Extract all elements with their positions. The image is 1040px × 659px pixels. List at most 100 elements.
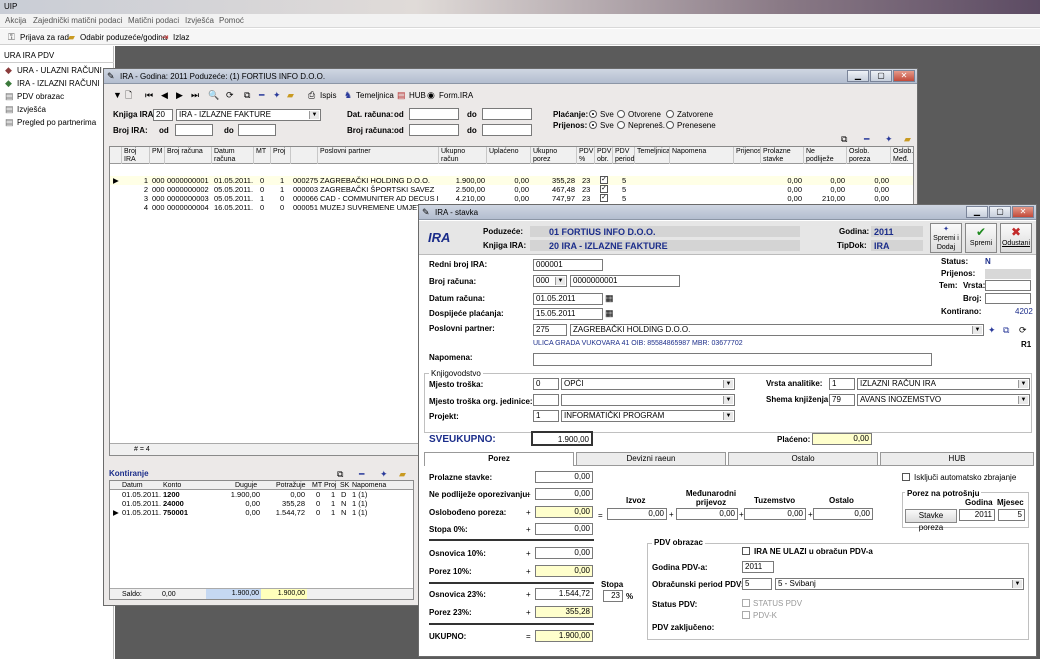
table-row[interactable]: 2 000 0000000002 05.05.2011. 0 1 000003 …	[110, 185, 913, 194]
col-oslob-medj[interactable]: Oslob. Međ.	[891, 147, 913, 164]
mtoj-select[interactable]: ▼	[561, 394, 735, 406]
sidebar-item-ira[interactable]: IRA - IZLAZNI RAČUNI	[17, 79, 100, 89]
iskljuci-checkbox[interactable]	[902, 473, 910, 481]
hub-button[interactable]: HUB	[409, 91, 426, 101]
partner-refresh-icon[interactable]: ⟳	[1019, 325, 1027, 335]
pdv-obr-checkbox[interactable]: ✓	[600, 176, 608, 184]
k-copy-icon[interactable]: ⧉	[337, 469, 343, 479]
table-row[interactable]: ▶ 1 000 0000000001 01.05.2011. 0 1 00027…	[110, 176, 913, 185]
last-icon[interactable]: ⏭	[191, 90, 199, 100]
stavke-poreza-button[interactable]: Stavke poreza	[905, 509, 957, 532]
menu-akcija[interactable]: Akcija	[5, 16, 26, 26]
add-icon[interactable]: ✦	[273, 90, 281, 100]
tab-devizni[interactable]: Devizni raeun	[576, 452, 726, 465]
medjunarodni-field[interactable]: 0,00	[676, 508, 738, 520]
search-icon[interactable]: 🔍	[208, 90, 219, 100]
k-folder-icon[interactable]: ▰	[399, 469, 406, 479]
col-pdv-pct[interactable]: PDV %	[577, 147, 595, 164]
mtoj-num-field[interactable]	[533, 394, 559, 406]
menu-izvjesca[interactable]: Izvješća	[185, 16, 214, 26]
menu-pomoc[interactable]: Pomoć	[219, 16, 244, 26]
grid-folder-icon[interactable]: ▰	[904, 134, 911, 144]
dospijece-field[interactable]: 15.05.2011	[533, 308, 603, 320]
odustani-button[interactable]: ✖ Odustani	[1000, 223, 1032, 253]
col-broj-ira[interactable]: Broj IRA	[122, 147, 150, 164]
stopa0-field[interactable]: 0,00	[535, 523, 593, 535]
sidebar-item-ura[interactable]: URA - ULAZNI RAČUNI	[17, 66, 102, 76]
prolazne-field[interactable]: 0,00	[535, 471, 593, 483]
calendar-icon[interactable]: ▦	[605, 308, 614, 318]
minimize-button[interactable]: ▁	[847, 70, 869, 82]
osnovica23-field[interactable]: 1.544,72	[535, 588, 593, 600]
ira-window-titlebar[interactable]: ✎ IRA - Godina: 2011 Poduzeće: (1) FORTI…	[104, 69, 917, 84]
k-add-icon[interactable]: ✦	[380, 469, 388, 479]
sveukupno-field[interactable]: 1.900,00	[531, 431, 593, 446]
stavka-titlebar[interactable]: ✎ IRA - stavka ▁ ▢ ✕	[419, 205, 1036, 220]
napomena-field[interactable]	[533, 353, 932, 366]
col-pdv-obr[interactable]: PDV obr.	[595, 147, 613, 164]
col-prijenos[interactable]: Prijenos	[734, 147, 761, 164]
brojr-do-field[interactable]	[482, 124, 532, 136]
partner-open-icon[interactable]: ⧉	[1003, 325, 1009, 335]
minimize-button[interactable]: ▁	[966, 206, 988, 218]
grid-delete-icon[interactable]: ━	[864, 134, 869, 144]
kcol-sk[interactable]: SK	[340, 481, 349, 490]
period-select[interactable]: 5 - Svibanj ▼	[775, 578, 1024, 590]
grid-add-icon[interactable]: ✦	[885, 134, 893, 144]
mt-select[interactable]: OPĆI ▼	[561, 378, 735, 390]
sidebar-item-izvjesca[interactable]: Izvješća	[17, 105, 46, 115]
col-pm[interactable]: PM	[150, 147, 165, 164]
prijenos-sve-radio[interactable]	[589, 121, 597, 129]
ne-ulazi-checkbox[interactable]	[742, 547, 750, 555]
form-ira-button[interactable]: Form.IRA	[439, 91, 473, 101]
broj-ira-do-field[interactable]	[238, 124, 276, 136]
prijava-button[interactable]: Prijava za rad	[20, 33, 69, 43]
dat-do-field[interactable]	[482, 108, 532, 120]
spremi-dodaj-button[interactable]: ✦ Spremi i Dodaj	[930, 223, 962, 253]
placanje-zatvorene-radio[interactable]	[666, 110, 674, 118]
oslobodjeno-field[interactable]: 0,00	[535, 506, 593, 518]
placeno-field[interactable]: 0,00	[812, 433, 872, 445]
placanje-sve-radio[interactable]	[589, 110, 597, 118]
izlaz-button[interactable]: Izlaz	[173, 33, 189, 43]
knjiga-ira-select[interactable]: IRA - IZLAZNE FAKTURE ▼	[176, 109, 321, 121]
kontiranje-row[interactable]: 01.05.2011. 24000 0,00 355,28 0 1 N 1 (1…	[110, 499, 413, 508]
projekt-num-field[interactable]: 1	[533, 410, 559, 422]
col-partner[interactable]: Poslovni partner	[318, 147, 439, 164]
broj-pm-select[interactable]: 000 ▼	[533, 275, 567, 287]
col-uplaceno[interactable]: Uplaćeno	[487, 147, 531, 164]
vrsta-field[interactable]	[985, 280, 1031, 291]
preview-icon[interactable]: 🗋	[125, 90, 132, 100]
pdv-obr-checkbox[interactable]: ✓	[600, 185, 608, 193]
datum-field[interactable]: 01.05.2011	[533, 293, 603, 305]
prev-icon[interactable]: ◀	[161, 90, 168, 100]
col-datum[interactable]: Datum računa	[212, 147, 254, 164]
menu-zajednicki[interactable]: Zajednički matični podaci	[33, 16, 122, 26]
brojr-od-field[interactable]	[409, 124, 459, 136]
partner-num-field[interactable]: 275	[533, 324, 567, 336]
kcol-mt[interactable]: MT	[312, 481, 322, 490]
kcol-proj[interactable]: Proj	[324, 481, 336, 490]
knjiga-ira-num-field[interactable]: 20	[153, 109, 173, 121]
porez23-field[interactable]: 355,28	[535, 606, 593, 618]
spremi-button[interactable]: ✔ Spremi	[965, 223, 997, 253]
temeljnica-button[interactable]: Temeljnica	[356, 91, 394, 101]
refresh-icon[interactable]: ⟳	[226, 90, 234, 100]
prijenos-prenesene-radio[interactable]	[666, 121, 674, 129]
filter-icon[interactable]: ▼	[113, 90, 122, 100]
godina-pdv-field[interactable]: 2011	[742, 561, 774, 573]
shema-num-field[interactable]: 79	[829, 394, 855, 406]
copy-icon[interactable]: ⧉	[244, 90, 250, 100]
odabir-button[interactable]: Odabir poduzeće/godina	[80, 33, 167, 43]
col-mt[interactable]: MT	[254, 147, 271, 164]
vrsta-analitike-select[interactable]: IZLAZNI RAČUN IRA ▼	[857, 378, 1030, 390]
porez10-field[interactable]: 0,00	[535, 565, 593, 577]
col-napomena[interactable]: Napomena	[670, 147, 734, 164]
k-delete-icon[interactable]: ━	[359, 469, 364, 479]
kontiranje-row[interactable]: 01.05.2011. 1200 1.900,00 0,00 0 1 D 1 (…	[110, 490, 413, 499]
close-button[interactable]: ✕	[893, 70, 915, 82]
maximize-button[interactable]: ▢	[989, 206, 1011, 218]
menu-maticni[interactable]: Matični podaci	[128, 16, 179, 26]
redni-field[interactable]: 000001	[533, 259, 603, 271]
pdvk-checkbox[interactable]	[742, 611, 750, 619]
